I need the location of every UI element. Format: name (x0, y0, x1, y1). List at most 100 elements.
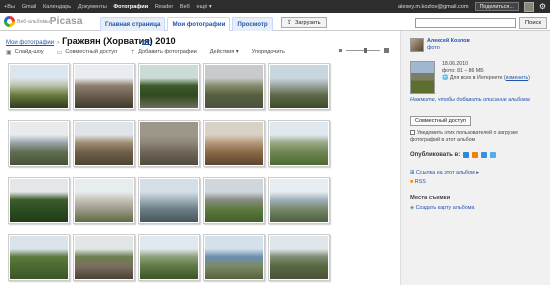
photo-thumbnail[interactable] (203, 63, 265, 110)
sort-label: Упорядочить (251, 49, 285, 55)
photo-image (140, 179, 198, 222)
share-button[interactable]: Поделиться... (474, 2, 519, 11)
gear-icon[interactable]: ⚙ (539, 2, 546, 11)
notify-text: Уведомить этих пользователей о загрузке … (410, 130, 518, 143)
buzz-icon[interactable] (463, 152, 470, 158)
rss-link[interactable]: ■ RSS (410, 179, 426, 185)
upload-button[interactable]: ⇪ Загрузить (281, 17, 327, 28)
logo-prefix: Веб-альбомы (17, 18, 50, 25)
album-title: Гражвян (Хорватия) 2010 (62, 36, 176, 46)
photo-thumbnail[interactable] (138, 234, 200, 281)
photo-thumbnail[interactable] (8, 120, 70, 167)
share-album-button[interactable]: ▭ Совместный доступ (57, 49, 117, 56)
upload-label: Загрузить (295, 19, 321, 26)
photo-image (75, 179, 133, 222)
photo-image (75, 65, 133, 108)
tab-my-photos[interactable]: Мои фотографии (167, 17, 231, 31)
nav-item-gmail[interactable]: Gmail (22, 4, 37, 10)
photo-image (205, 65, 263, 108)
create-map-label: Создать карту альбома (415, 205, 475, 211)
visibility-change-link[interactable]: изменить (506, 75, 529, 81)
photo-thumbnail[interactable] (268, 234, 330, 281)
blogger-icon[interactable] (472, 152, 479, 158)
photo-thumbnail[interactable] (203, 234, 265, 281)
photo-thumbnail[interactable] (8, 177, 70, 224)
nav-item-documents[interactable]: Документы (78, 4, 107, 10)
photo-thumbnail[interactable] (268, 120, 330, 167)
rss-icon: ■ (410, 179, 414, 185)
slider-knob[interactable] (364, 48, 367, 53)
album-meta: 18.06.2010 фото: 81 – 86 МБ 🌐 Для всех в… (442, 61, 530, 82)
photo-thumbnail[interactable] (73, 177, 135, 224)
visibility-text: Для всех в Интернете (449, 75, 503, 81)
share-icon: ▭ (56, 49, 63, 56)
share-icon[interactable] (481, 152, 488, 158)
twitter-icon[interactable] (490, 152, 497, 158)
slideshow-label: Слайд-шоу (14, 49, 44, 55)
globe-icon: 🌐 (442, 75, 449, 81)
photo-thumbnail[interactable] (268, 177, 330, 224)
add-photos-button[interactable]: ⇡ Добавить фотографии (130, 49, 197, 56)
owner-avatar[interactable] (410, 38, 424, 52)
upload-arrow-icon: ⇡ (130, 49, 136, 56)
logo-name: Picasa (49, 16, 83, 27)
account-email[interactable]: alexey.m.kozlov@gmail.com (398, 4, 469, 10)
picasa-logo-icon (4, 16, 15, 27)
photo-thumbnail[interactable] (203, 177, 265, 224)
breadcrumb-my-photos[interactable]: Мои фотографии (6, 40, 54, 46)
album-cover[interactable] (410, 61, 435, 94)
picasa-logo[interactable]: Веб-альбомы Picasa (4, 16, 83, 27)
photo-image (10, 236, 68, 279)
nav-item-reader[interactable]: Reader (155, 4, 173, 10)
edit-title-link[interactable]: edit (142, 39, 151, 45)
notify-checkbox[interactable] (410, 130, 415, 135)
actions-menu[interactable]: Действия ▾ (210, 49, 239, 55)
add-photos-label: Добавить фотографии (138, 49, 197, 55)
search-button[interactable]: Поиск (519, 17, 547, 29)
slider-track[interactable] (346, 48, 380, 53)
photo-thumbnail[interactable] (73, 120, 135, 167)
photo-image (140, 122, 198, 165)
photo-image (270, 122, 328, 165)
nav-item-more[interactable]: ещё ▾ (197, 4, 212, 10)
rss-label: RSS (414, 179, 426, 185)
notify-option: Уведомить этих пользователей о загрузке … (410, 129, 545, 144)
photo-thumbnail[interactable] (8, 63, 70, 110)
publish-label: Опубликовать в: (410, 152, 461, 158)
tab-home[interactable]: Главная страница (100, 17, 166, 31)
create-map-link[interactable]: ◈ Создать карту альбома (410, 205, 474, 211)
owner-name[interactable]: Алексей Козлов (427, 38, 470, 44)
photo-thumbnail[interactable] (138, 63, 200, 110)
album-visibility: 🌐 Для всех в Интернете (изменить) (442, 75, 530, 81)
link-icon: ⊞ (410, 170, 415, 176)
main-tabs: Главная страница Мои фотографии Просмотр (100, 17, 275, 31)
photo-thumbnail[interactable] (138, 120, 200, 167)
photo-image (10, 122, 68, 165)
search-input[interactable] (415, 18, 516, 28)
owner-photos-link[interactable]: фото (427, 45, 440, 51)
upload-icon: ⇪ (287, 20, 293, 26)
sort-button[interactable]: Упорядочить (252, 49, 285, 55)
add-description-link[interactable]: Нажмите, чтобы добавить описание альбома (410, 97, 530, 103)
app-header: Веб-альбомы Picasa Главная страница Мои … (0, 13, 550, 31)
sidebar-share-button[interactable]: Совместный доступ (410, 116, 471, 126)
breadcrumb-separator: › (57, 40, 60, 46)
photo-thumbnail[interactable] (8, 234, 70, 281)
photo-thumbnail[interactable] (73, 234, 135, 281)
photo-thumbnail[interactable] (203, 120, 265, 167)
nav-item-web[interactable]: Веб (180, 4, 190, 10)
photo-image (140, 236, 198, 279)
photo-thumbnail[interactable] (268, 63, 330, 110)
album-link[interactable]: ⊞ Ссылка на этот альбом ▸ (410, 170, 479, 176)
photo-thumbnail[interactable] (73, 63, 135, 110)
tab-explore[interactable]: Просмотр (232, 17, 273, 31)
nav-item-you[interactable]: +Вы (4, 4, 15, 10)
nav-item-calendar[interactable]: Календарь (43, 4, 71, 10)
account-avatar[interactable] (523, 1, 534, 12)
album-link-label: Ссылка на этот альбом (416, 170, 475, 176)
thumbnail-size-slider[interactable] (337, 48, 391, 53)
photo-image (270, 179, 328, 222)
slideshow-button[interactable]: ▣ Слайд-шоу (6, 49, 44, 56)
photo-thumbnail[interactable] (138, 177, 200, 224)
nav-item-photos[interactable]: Фотографии (113, 4, 148, 10)
